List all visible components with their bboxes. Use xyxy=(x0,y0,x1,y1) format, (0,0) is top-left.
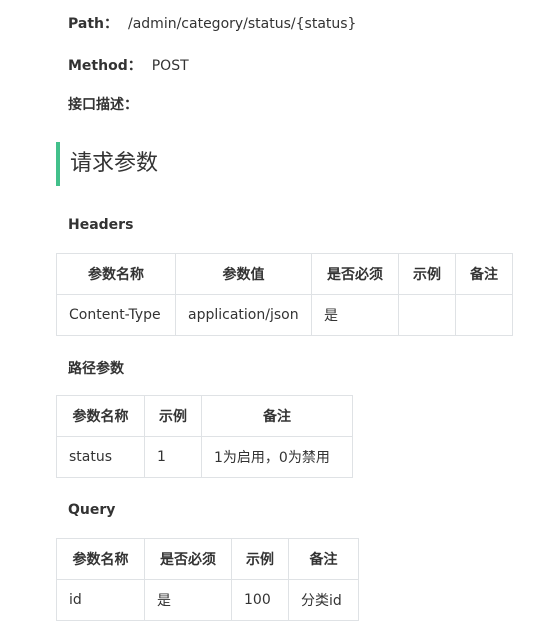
table-cell: 1 xyxy=(144,436,202,478)
table-cell: 分类id xyxy=(288,579,359,621)
path-line: Path： /admin/category/status/{status} xyxy=(68,13,356,33)
table-cell: 100 xyxy=(231,579,289,621)
table-cell: 1为启用，0为禁用 xyxy=(201,436,353,478)
column-header: 备注 xyxy=(288,538,359,580)
table-cell xyxy=(398,294,456,336)
column-header: 示例 xyxy=(231,538,289,580)
table-header-row: 参数名称 示例 备注 xyxy=(56,395,353,437)
table-cell: 是 xyxy=(311,294,399,336)
column-header: 示例 xyxy=(144,395,202,437)
path-params-title: 路径参数 xyxy=(68,361,124,377)
table-cell xyxy=(455,294,513,336)
table-row: id 是 100 分类id xyxy=(56,579,359,621)
headers-title: Headers xyxy=(68,217,134,233)
column-header: 是否必须 xyxy=(311,253,399,295)
table-cell: id xyxy=(56,579,145,621)
headers-table: 参数名称 参数值 是否必须 示例 备注 Content-Type applica… xyxy=(56,253,513,336)
column-header: 备注 xyxy=(201,395,353,437)
column-header: 备注 xyxy=(455,253,513,295)
description-line: 接口描述： xyxy=(68,94,138,114)
path-label: Path： xyxy=(68,16,118,32)
query-table: 参数名称 是否必须 示例 备注 id 是 100 分类id xyxy=(56,538,359,621)
table-cell: status xyxy=(56,436,145,478)
path-value: /admin/category/status/{status} xyxy=(128,16,357,32)
table-row: Content-Type application/json 是 xyxy=(56,294,513,336)
table-row: status 1 1为启用，0为禁用 xyxy=(56,436,353,478)
query-title: Query xyxy=(68,502,116,518)
table-cell: application/json xyxy=(175,294,312,336)
method-label: Method： xyxy=(68,58,142,74)
table-header-row: 参数名称 是否必须 示例 备注 xyxy=(56,538,359,580)
column-header: 示例 xyxy=(398,253,456,295)
column-header: 参数名称 xyxy=(56,395,145,437)
table-header-row: 参数名称 参数值 是否必须 示例 备注 xyxy=(56,253,513,295)
column-header: 是否必须 xyxy=(144,538,232,580)
description-label: 接口描述： xyxy=(68,97,138,113)
path-params-table: 参数名称 示例 备注 status 1 1为启用，0为禁用 xyxy=(56,395,353,478)
column-header: 参数名称 xyxy=(56,538,145,580)
table-cell: Content-Type xyxy=(56,294,176,336)
column-header: 参数值 xyxy=(175,253,312,295)
method-value: POST xyxy=(151,58,189,74)
column-header: 参数名称 xyxy=(56,253,176,295)
table-cell: 是 xyxy=(144,579,232,621)
request-params-title: 请求参数 xyxy=(56,142,158,186)
method-line: Method： POST xyxy=(68,55,189,75)
